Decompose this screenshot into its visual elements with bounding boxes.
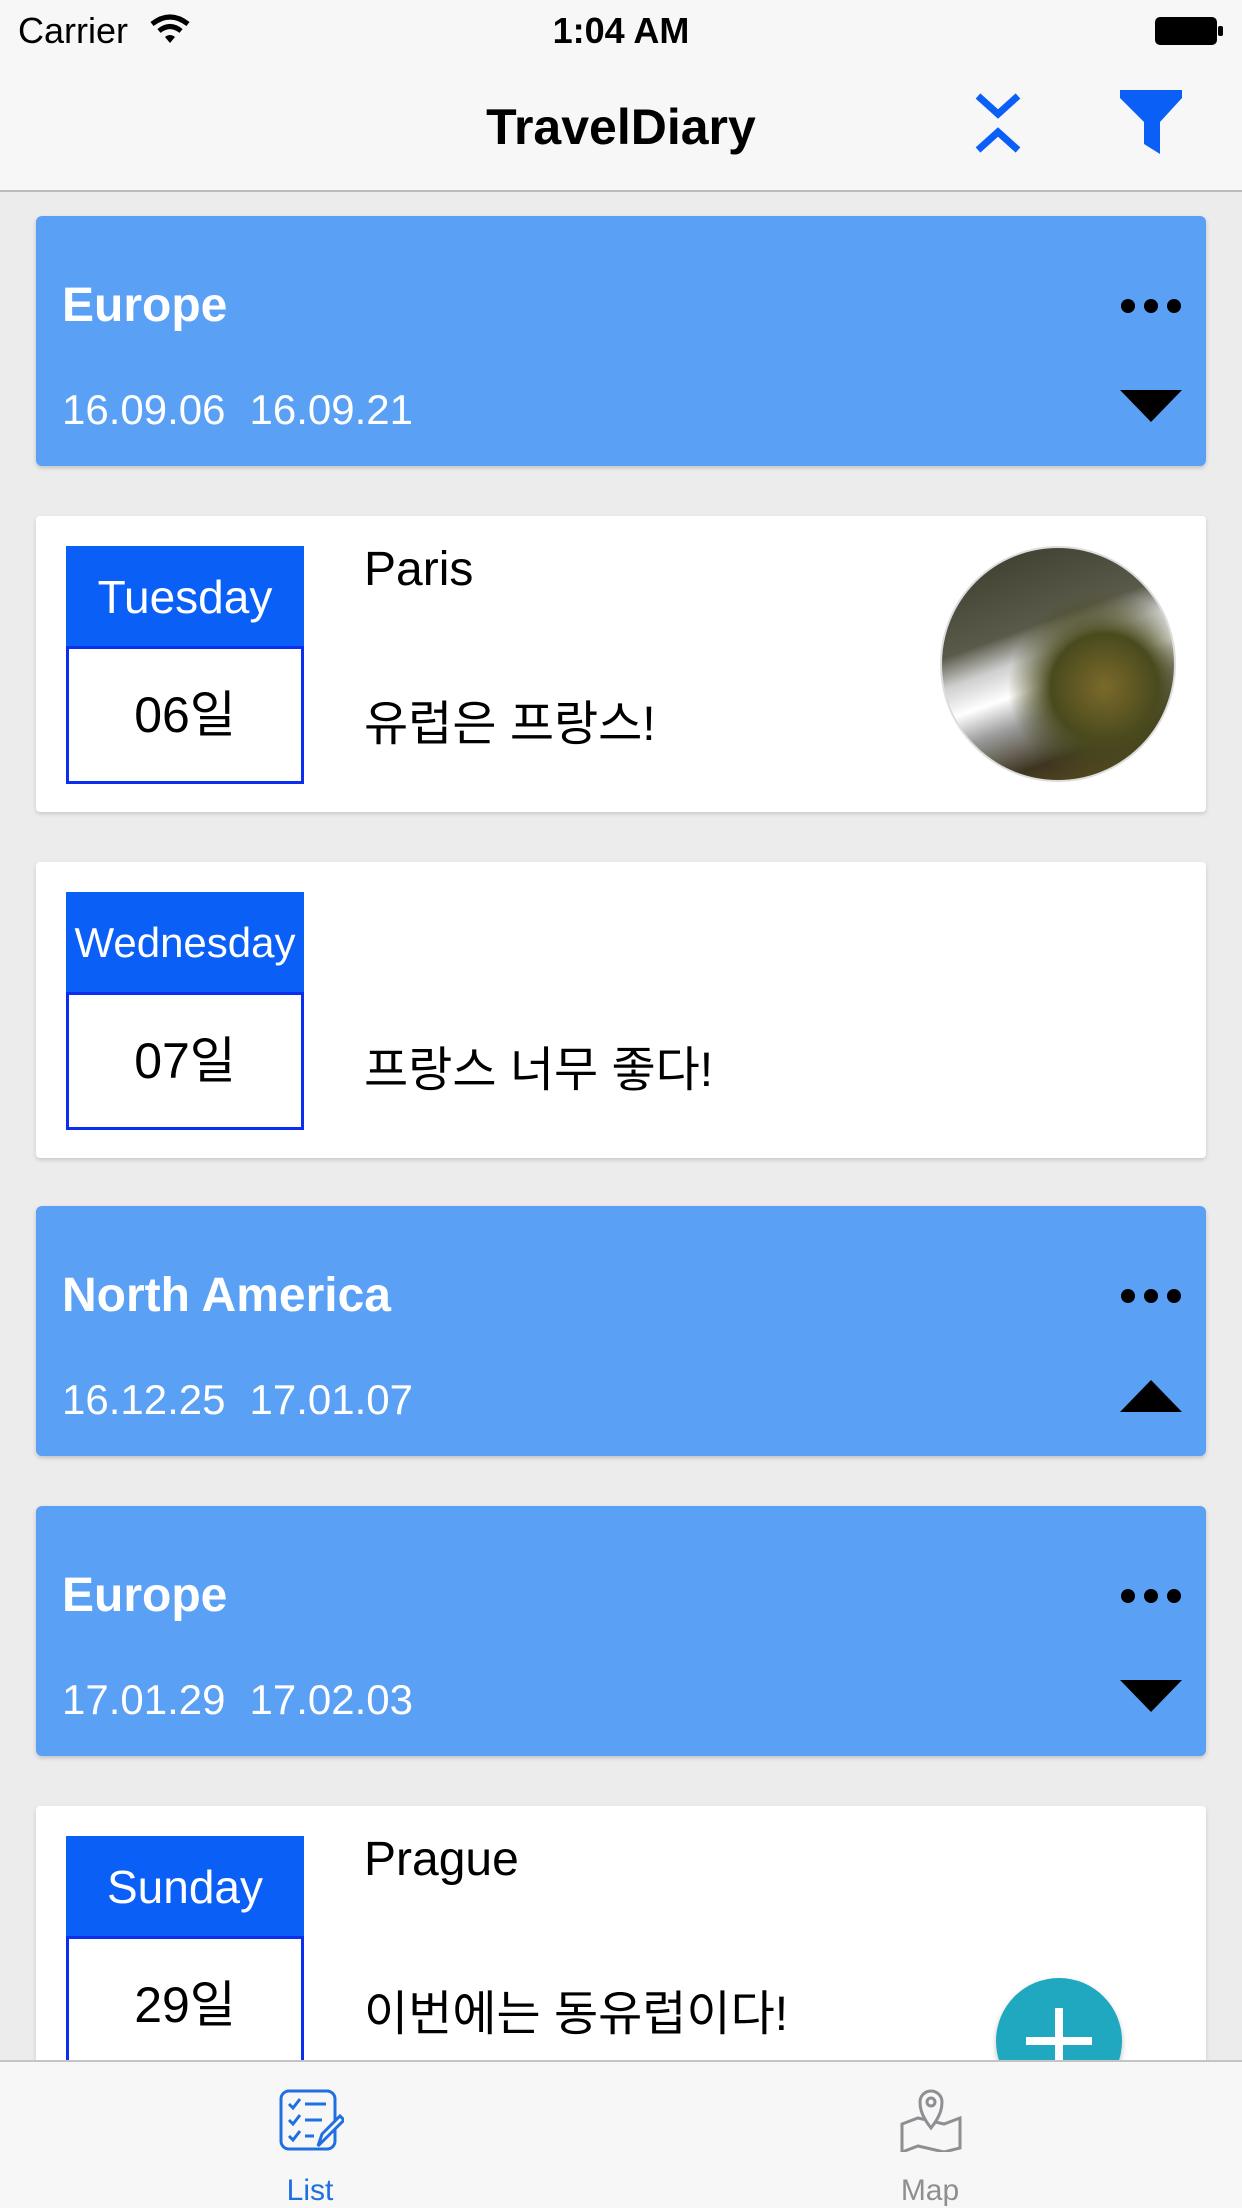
more-options-icon[interactable] [1118,1286,1184,1306]
tab-list-label: List [286,2174,334,2207]
status-bar: Carrier 1:04 AM [0,0,1242,60]
more-options-icon[interactable] [1118,296,1184,316]
trip-dates: 16.12.25 17.01.07 [62,1376,437,1424]
trip-title: North America [62,1269,391,1322]
tab-list[interactable]: List [160,2062,460,2208]
day-date: 07일 [66,992,304,1130]
trip-end-date: 17.02.03 [249,1676,414,1723]
day-date: 06일 [66,646,304,784]
expand-arrow-down-icon[interactable] [1118,388,1184,424]
trip-list[interactable]: Europe 16.09.06 16.09.21 Tuesday 06일 Pari… [0,192,1242,2060]
more-options-icon[interactable] [1118,1586,1184,1606]
trip-end-date: 17.01.07 [249,1376,414,1423]
tab-bar: List Map [0,2060,1242,2208]
trip-title: Europe [62,1569,228,1622]
entry-note: 이번에는 동유럽이다! [364,1988,789,2041]
entry-place: Paris [364,543,474,596]
tab-map[interactable]: Map [780,2062,1080,2208]
page-title: TravelDiary [486,99,756,155]
collapse-all-icon[interactable] [972,90,1024,156]
weekday-label: Wednesday [66,892,304,994]
trip-dates: 16.09.06 16.09.21 [62,386,437,434]
trip-header[interactable]: Europe 16.09.06 16.09.21 [36,216,1206,466]
entry-place: Prague [364,1833,519,1886]
trip-start-date: 16.09.06 [62,386,226,433]
entry-photo[interactable] [940,546,1176,782]
clock-time: 1:04 AM [552,10,690,51]
weekday-label: Tuesday [66,546,304,648]
nav-bar: TravelDiary [0,60,1242,192]
trip-dates: 17.01.29 17.02.03 [62,1676,437,1724]
trip-title: Europe [62,279,228,332]
day-badge: Sunday 29일 [66,1836,304,2060]
expand-arrow-up-icon[interactable] [1118,1378,1184,1414]
day-date: 29일 [66,1936,304,2060]
day-badge: Wednesday 07일 [66,892,304,1130]
trip-header[interactable]: North America 16.12.25 17.01.07 [36,1206,1206,1456]
expand-arrow-down-icon[interactable] [1118,1678,1184,1714]
plus-icon [1026,2008,1092,2060]
tab-map-label: Map [900,2174,960,2207]
diary-entry-card[interactable]: Wednesday 07일 프랑스 너무 좋다! [36,862,1206,1158]
entry-note: 프랑스 너무 좋다! [364,1044,714,1097]
battery-icon [1155,17,1223,45]
diary-entry-card[interactable]: Tuesday 06일 Paris 유럽은 프랑스! [36,516,1206,812]
entry-note: 유럽은 프랑스! [364,698,656,751]
map-pin-icon [900,2089,962,2152]
weekday-label: Sunday [66,1836,304,1938]
checklist-icon [279,2089,344,2151]
trip-start-date: 16.12.25 [62,1376,226,1423]
filter-icon[interactable] [1118,88,1184,158]
trip-header[interactable]: Europe 17.01.29 17.02.03 [36,1506,1206,1756]
trip-start-date: 17.01.29 [62,1676,226,1723]
trip-end-date: 16.09.21 [249,386,414,433]
day-badge: Tuesday 06일 [66,546,304,784]
